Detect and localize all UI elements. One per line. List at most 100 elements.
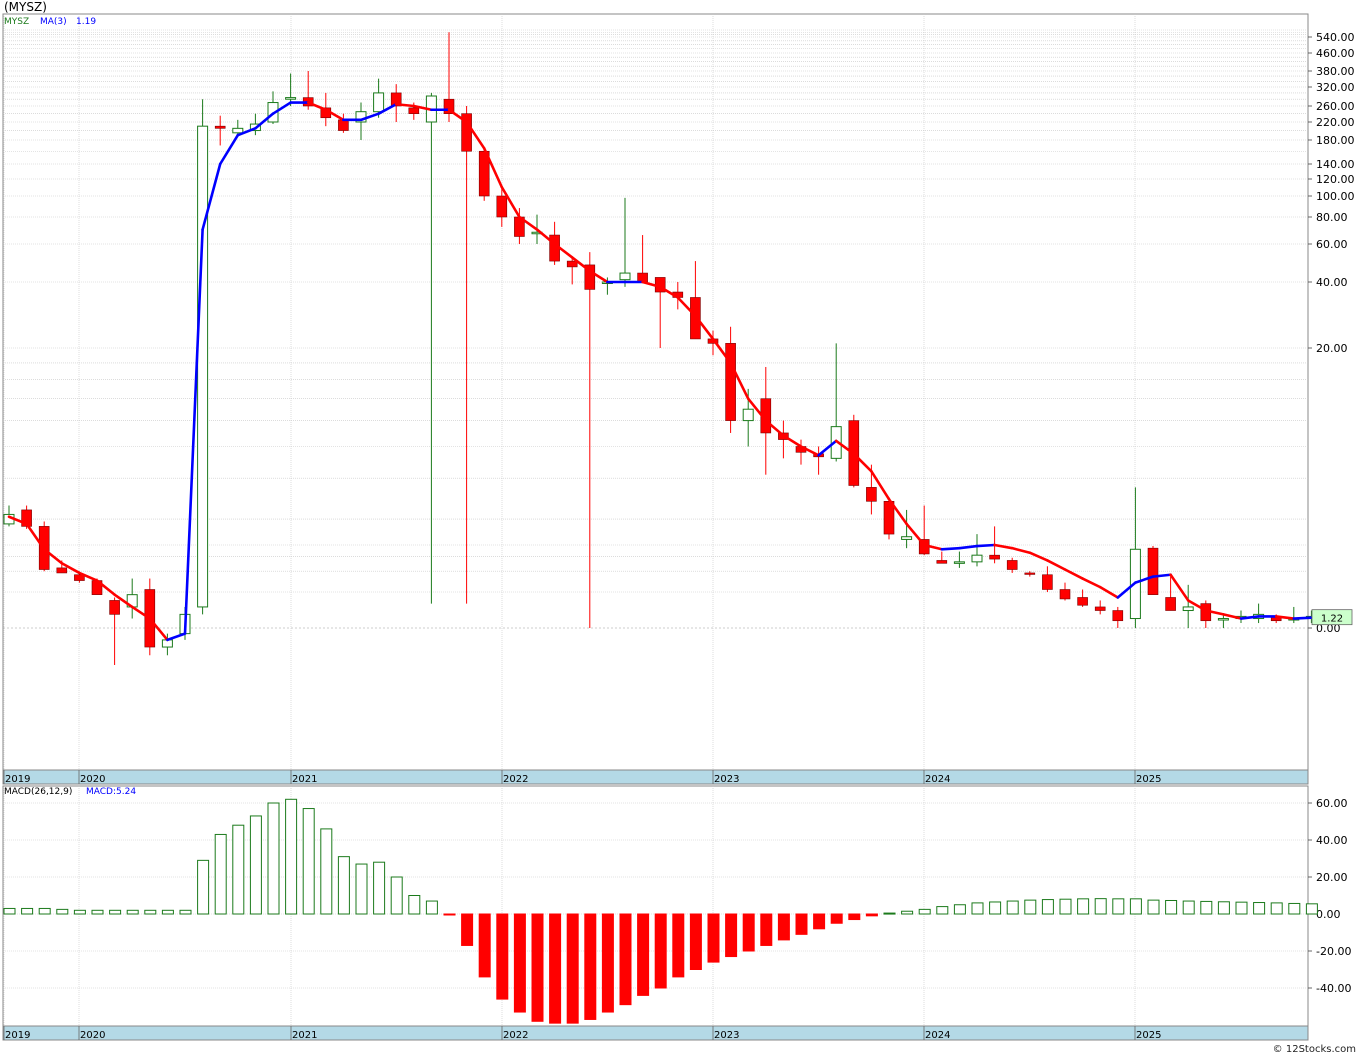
macd-bar: [179, 909, 192, 915]
candle-body: [901, 536, 913, 540]
macd-bar: [390, 876, 403, 915]
macd-bar: [285, 798, 298, 915]
y-tick-label: 540.00: [1316, 31, 1355, 44]
x-tick-label: 2024: [925, 774, 950, 785]
y-tick-label: 60.00: [1316, 238, 1348, 251]
macd-bar: [1129, 898, 1142, 915]
macd-bar: [161, 909, 174, 915]
candle-body: [1147, 547, 1159, 595]
ma-value: 1.19: [76, 17, 97, 27]
macd-bar: [725, 913, 738, 958]
candle-body: [971, 554, 983, 563]
macd-bar: [3, 907, 16, 915]
y-tick-label: 60.00: [1316, 797, 1348, 810]
macd-bar: [1235, 901, 1248, 915]
y-tick-label: 40.00: [1316, 276, 1348, 289]
y-tick-label: 40.00: [1316, 834, 1348, 847]
macd-bar: [1077, 898, 1090, 915]
macd-bar: [1253, 902, 1266, 915]
x-tick-label: 2021: [292, 774, 317, 785]
y-tick-label: 20.00: [1316, 342, 1348, 355]
x-tick-label: 2022: [503, 774, 528, 785]
candle-body: [690, 297, 701, 340]
price-date-axis: [2, 769, 1309, 785]
candle-body: [109, 600, 120, 615]
macd-bar: [777, 913, 790, 941]
macd-bar: [953, 904, 966, 915]
macd-bar: [883, 912, 896, 915]
candle-body: [56, 567, 68, 574]
macd-bar: [918, 908, 931, 915]
macd-bar: [707, 913, 720, 963]
macd-bar: [1182, 900, 1195, 915]
candle-body: [566, 260, 578, 268]
candle-body: [725, 343, 736, 421]
macd-bar: [601, 913, 614, 1013]
macd-bar: [1024, 899, 1037, 915]
y-tick-label: 460.00: [1316, 47, 1355, 60]
macd-bar: [144, 909, 157, 915]
macd-bar: [1200, 900, 1213, 915]
macd-bar: [337, 856, 350, 915]
macd-bar: [73, 909, 86, 915]
y-tick-label: 120.00: [1316, 173, 1355, 186]
macd-bar: [619, 913, 632, 1006]
macd-bar: [478, 913, 491, 978]
macd-bar: [1165, 899, 1178, 915]
macd-bar: [21, 907, 34, 915]
macd-bar: [408, 895, 421, 915]
candle-body: [936, 560, 948, 564]
x-tick-label: 2024: [925, 1030, 950, 1041]
candle-body: [197, 125, 209, 608]
macd-bar: [742, 913, 755, 952]
y-tick-label: 380.00: [1316, 65, 1355, 78]
ma-line-segment: [394, 102, 416, 108]
ma-line-segment: [1292, 616, 1313, 620]
macd-bar: [584, 913, 597, 1020]
x-tick-label: 2023: [714, 774, 739, 785]
x-tick-label: 2025: [1136, 1030, 1161, 1041]
macd-bar: [443, 913, 456, 916]
macd-bar: [760, 913, 773, 946]
y-tick-label: 100.00: [1316, 190, 1355, 203]
candle-body: [1006, 560, 1018, 570]
candle-body: [1094, 606, 1106, 611]
x-tick-label: 2025: [1136, 774, 1161, 785]
candle-body: [214, 125, 226, 129]
y-tick-label: 260.00: [1316, 100, 1355, 113]
macd-bar: [865, 913, 878, 917]
y-tick-label: 180.00: [1316, 134, 1355, 147]
macd-bar: [1288, 902, 1301, 915]
candle-body: [373, 92, 385, 113]
macd-bar: [689, 913, 702, 970]
macd-value: MACD:5.24: [86, 787, 137, 797]
copyright: © 12Stocks.com: [1272, 1044, 1356, 1055]
macd-bar: [1147, 899, 1160, 915]
macd-bar: [654, 913, 667, 989]
macd-bar: [214, 833, 227, 915]
x-tick-label: 2021: [292, 1030, 317, 1041]
macd-bar: [531, 913, 544, 1022]
macd-bar: [302, 808, 315, 915]
macd-bar: [91, 909, 104, 915]
macd-bar: [989, 901, 1002, 915]
macd-bar: [355, 863, 368, 915]
ma-line-segment: [940, 546, 961, 551]
macd-bar: [830, 913, 843, 924]
macd-bar: [126, 909, 139, 915]
chart-title: (MYSZ): [4, 0, 47, 14]
y-tick-label: 320.00: [1316, 81, 1355, 94]
macd-bar: [795, 913, 808, 935]
macd-legend: MACD(26,12,9): [4, 787, 73, 797]
price-tag-label: 1.22: [1321, 614, 1343, 625]
macd-bar: [56, 908, 69, 915]
candle-body: [232, 127, 244, 134]
macd-bar: [197, 859, 210, 915]
macd-bar: [425, 900, 438, 915]
macd-bar: [1094, 898, 1107, 915]
macd-bar: [1270, 902, 1283, 915]
y-tick-label: 80.00: [1316, 211, 1348, 224]
macd-bar: [936, 906, 949, 915]
candle-body: [1042, 574, 1053, 590]
candle-body: [1059, 589, 1071, 600]
